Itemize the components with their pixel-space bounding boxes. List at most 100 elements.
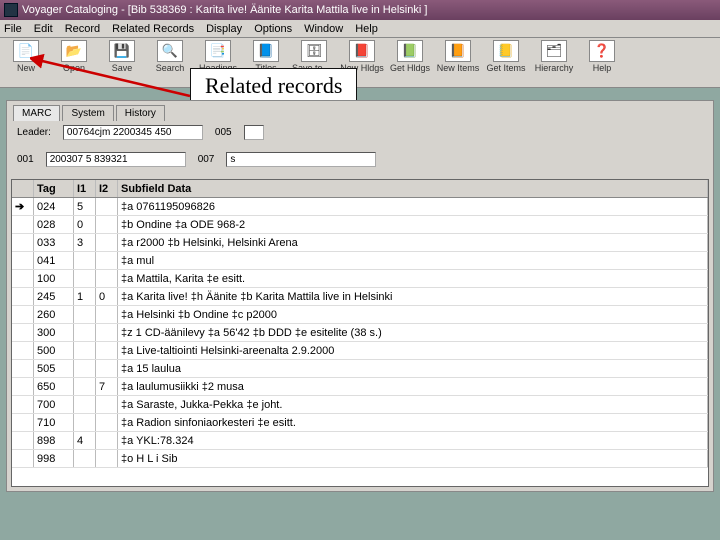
cell-i2[interactable] xyxy=(96,270,118,287)
cell-i2[interactable] xyxy=(96,450,118,467)
table-row[interactable]: 100 ‡a Mattila, Karita ‡e esitt. xyxy=(12,270,708,288)
cell-i2[interactable] xyxy=(96,432,118,449)
cell-subfield[interactable]: ‡a Mattila, Karita ‡e esitt. xyxy=(118,270,708,287)
toolbar-search-button[interactable]: 🔍Search xyxy=(148,40,192,83)
cell-i2[interactable] xyxy=(96,360,118,377)
toolbar-new-items-button[interactable]: 📙New Items xyxy=(436,40,480,83)
cell-i1[interactable] xyxy=(74,450,96,467)
cell-i2[interactable] xyxy=(96,342,118,359)
cell-tag[interactable]: 100 xyxy=(34,270,74,287)
menu-display[interactable]: Display xyxy=(206,23,242,35)
toolbar-save-button[interactable]: 💾Save xyxy=(100,40,144,83)
table-row[interactable]: 0333 ‡a r2000 ‡b Helsinki, Helsinki Arena xyxy=(12,234,708,252)
cell-i2[interactable] xyxy=(96,252,118,269)
cell-tag[interactable]: 898 xyxy=(34,432,74,449)
cell-i1[interactable]: 5 xyxy=(74,198,96,215)
f005-input[interactable] xyxy=(244,125,264,140)
cell-tag[interactable]: 260 xyxy=(34,306,74,323)
cell-tag[interactable]: 650 xyxy=(34,378,74,395)
cell-i1[interactable] xyxy=(74,252,96,269)
table-row[interactable]: 998 ‡o H L i Sib xyxy=(12,450,708,468)
cell-tag[interactable]: 028 xyxy=(34,216,74,233)
cell-i2[interactable] xyxy=(96,306,118,323)
cell-i1[interactable] xyxy=(74,396,96,413)
cell-i1[interactable] xyxy=(74,414,96,431)
cell-tag[interactable]: 700 xyxy=(34,396,74,413)
table-row[interactable]: 24510‡a Karita live! ‡h Äänite ‡b Karita… xyxy=(12,288,708,306)
table-row[interactable]: 300 ‡z 1 CD-äänilevy ‡a 56'42 ‡b DDD ‡e e… xyxy=(12,324,708,342)
cell-i2[interactable] xyxy=(96,216,118,233)
menu-edit[interactable]: Edit xyxy=(34,23,53,35)
cell-i2[interactable] xyxy=(96,396,118,413)
cell-subfield[interactable]: ‡z 1 CD-äänilevy ‡a 56'42 ‡b DDD ‡e esit… xyxy=(118,324,708,341)
cell-subfield[interactable]: ‡a r2000 ‡b Helsinki, Helsinki Arena xyxy=(118,234,708,251)
table-row[interactable]: ➔0245‡a 0761195096826 xyxy=(12,198,708,216)
cell-i2[interactable] xyxy=(96,198,118,215)
cell-i1[interactable]: 3 xyxy=(74,234,96,251)
f001-input[interactable]: 200307 5 839321 xyxy=(46,152,186,167)
cell-subfield[interactable]: ‡a Saraste, Jukka-Pekka ‡e joht. xyxy=(118,396,708,413)
tab-system[interactable]: System xyxy=(62,105,113,121)
toolbar-get-items-button[interactable]: 📒Get Items xyxy=(484,40,528,83)
cell-subfield[interactable]: ‡o H L i Sib xyxy=(118,450,708,467)
cell-i1[interactable]: 1 xyxy=(74,288,96,305)
cell-tag[interactable]: 710 xyxy=(34,414,74,431)
cell-i1[interactable] xyxy=(74,342,96,359)
table-row[interactable]: 8984 ‡a YKL:78.324 xyxy=(12,432,708,450)
cell-tag[interactable]: 300 xyxy=(34,324,74,341)
toolbar-get-hldgs-button[interactable]: 📗Get Hldgs xyxy=(388,40,432,83)
menu-record[interactable]: Record xyxy=(65,23,100,35)
table-row[interactable]: 700 ‡a Saraste, Jukka-Pekka ‡e joht. xyxy=(12,396,708,414)
cell-subfield[interactable]: ‡b Ondine ‡a ODE 968-2 xyxy=(118,216,708,233)
cell-tag[interactable]: 500 xyxy=(34,342,74,359)
cell-i2[interactable]: 7 xyxy=(96,378,118,395)
cell-i2[interactable]: 0 xyxy=(96,288,118,305)
menu-file[interactable]: File xyxy=(4,23,22,35)
menu-help[interactable]: Help xyxy=(355,23,378,35)
menu-options[interactable]: Options xyxy=(254,23,292,35)
f007-input[interactable]: s xyxy=(226,152,376,167)
cell-subfield[interactable]: ‡a Helsinki ‡b Ondine ‡c p2000 xyxy=(118,306,708,323)
cell-subfield[interactable]: ‡a Karita live! ‡h Äänite ‡b Karita Matt… xyxy=(118,288,708,305)
cell-tag[interactable]: 998 xyxy=(34,450,74,467)
cell-subfield[interactable]: ‡a 0761195096826 xyxy=(118,198,708,215)
menu-window[interactable]: Window xyxy=(304,23,343,35)
menu-related-records[interactable]: Related Records xyxy=(112,23,194,35)
cell-subfield[interactable]: ‡a laulumusiikki ‡2 musa xyxy=(118,378,708,395)
cell-i2[interactable] xyxy=(96,234,118,251)
cell-subfield[interactable]: ‡a 15 laulua xyxy=(118,360,708,377)
toolbar-hierarchy-button[interactable]: 🗂Hierarchy xyxy=(532,40,576,83)
leader-input[interactable]: 00764cjm 2200345 450 xyxy=(63,125,203,140)
tab-history[interactable]: History xyxy=(116,105,165,121)
cell-i1[interactable] xyxy=(74,360,96,377)
cell-tag[interactable]: 505 xyxy=(34,360,74,377)
cell-i1[interactable] xyxy=(74,270,96,287)
cell-tag[interactable]: 245 xyxy=(34,288,74,305)
marc-grid[interactable]: Tag I1 I2 Subfield Data ➔0245‡a 07611950… xyxy=(11,179,709,487)
cell-subfield[interactable]: ‡a mul xyxy=(118,252,708,269)
tab-marc[interactable]: MARC xyxy=(13,105,60,121)
cell-i1[interactable] xyxy=(74,306,96,323)
cell-subfield[interactable]: ‡a Radion sinfoniaorkesteri ‡e esitt. xyxy=(118,414,708,431)
toolbar-help-button[interactable]: ❓Help xyxy=(580,40,624,83)
table-row[interactable]: 260 ‡a Helsinki ‡b Ondine ‡c p2000 xyxy=(12,306,708,324)
cell-i1[interactable]: 4 xyxy=(74,432,96,449)
table-row[interactable]: 505 ‡a 15 laulua xyxy=(12,360,708,378)
cell-i1[interactable]: 0 xyxy=(74,216,96,233)
toolbar-open-button[interactable]: 📂Open xyxy=(52,40,96,83)
cell-tag[interactable]: 033 xyxy=(34,234,74,251)
cell-i1[interactable] xyxy=(74,324,96,341)
cell-i2[interactable] xyxy=(96,414,118,431)
cell-subfield[interactable]: ‡a Live-taltiointi Helsinki-areenalta 2.… xyxy=(118,342,708,359)
toolbar-new-button[interactable]: 📄New xyxy=(4,40,48,83)
cell-tag[interactable]: 024 xyxy=(34,198,74,215)
table-row[interactable]: 710 ‡a Radion sinfoniaorkesteri ‡e esitt. xyxy=(12,414,708,432)
cell-i2[interactable] xyxy=(96,324,118,341)
cell-subfield[interactable]: ‡a YKL:78.324 xyxy=(118,432,708,449)
table-row[interactable]: 041 ‡a mul xyxy=(12,252,708,270)
table-row[interactable]: 650 7‡a laulumusiikki ‡2 musa xyxy=(12,378,708,396)
cell-tag[interactable]: 041 xyxy=(34,252,74,269)
table-row[interactable]: 0280 ‡b Ondine ‡a ODE 968-2 xyxy=(12,216,708,234)
cell-i1[interactable] xyxy=(74,378,96,395)
table-row[interactable]: 500 ‡a Live-taltiointi Helsinki-areenalta… xyxy=(12,342,708,360)
